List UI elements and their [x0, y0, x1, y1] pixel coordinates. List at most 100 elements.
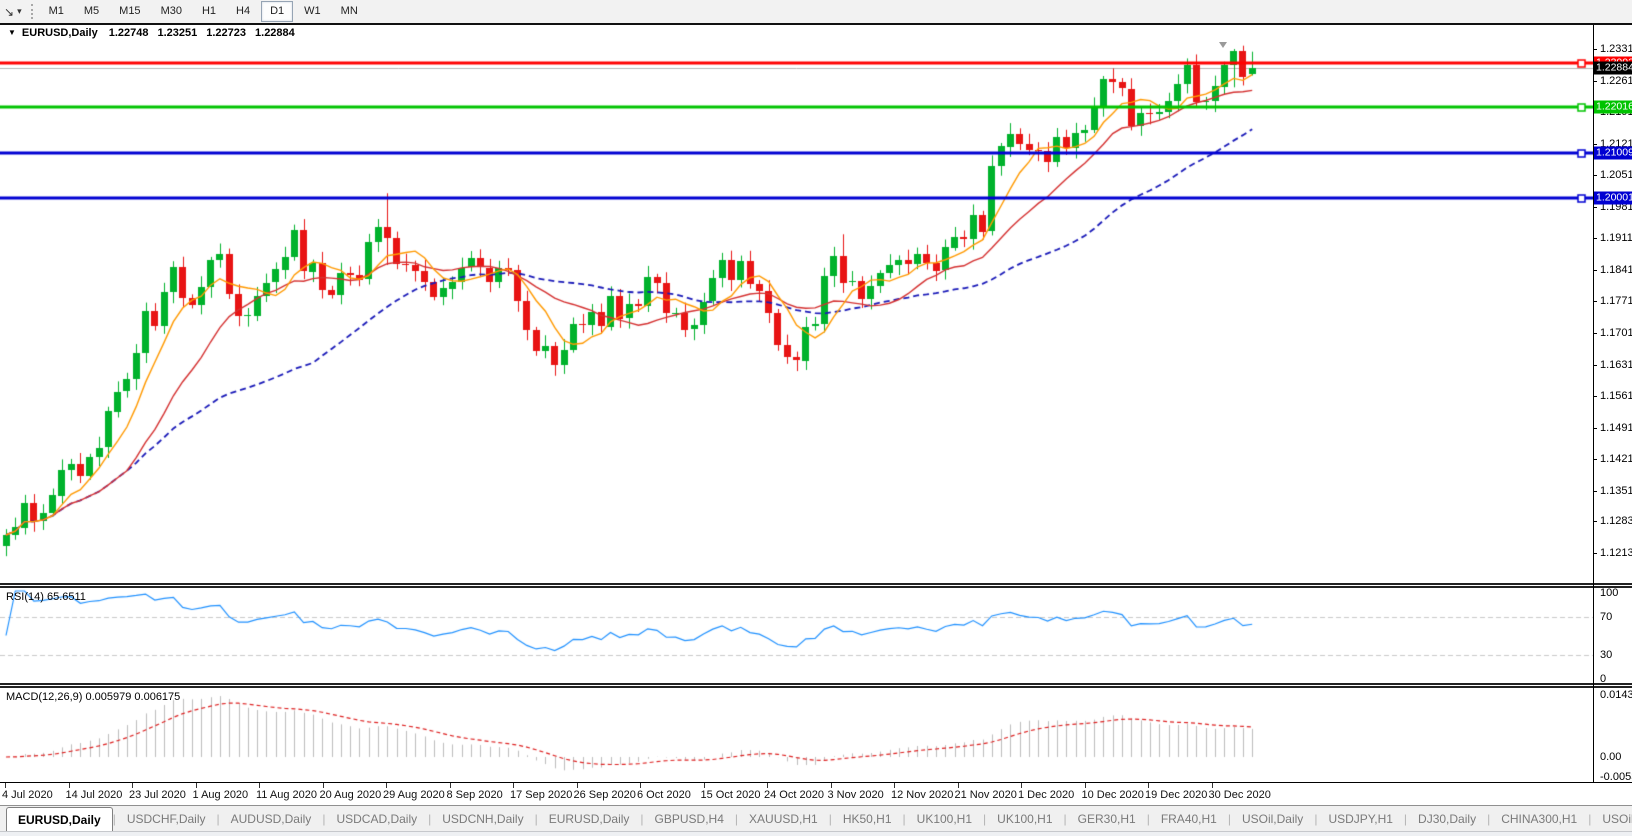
date-axis-tickmark	[513, 783, 514, 788]
hline-price-label[interactable]: 1.20001	[1594, 192, 1632, 205]
tab-usoil-h1[interactable]: USOil,H1	[1591, 807, 1632, 831]
chart-symbol-title: EURUSD,Daily	[22, 27, 98, 39]
date-axis-tickmark	[132, 783, 133, 788]
chart-collapse-icon[interactable]: ▼	[8, 28, 16, 37]
tab-usdcad-daily[interactable]: USDCAD,Daily	[325, 807, 428, 831]
price-axis-tickmark	[1593, 238, 1597, 239]
date-axis-label: 29 Aug 2020	[383, 789, 445, 801]
date-axis-tickmark	[577, 783, 578, 788]
tab-audusd-daily[interactable]: AUDUSD,Daily	[220, 807, 323, 831]
tab-eurusd-daily[interactable]: EURUSD,Daily	[538, 807, 641, 831]
date-axis-label: 30 Dec 2020	[1209, 789, 1271, 801]
price-axis-label: 1.14910	[1600, 422, 1632, 434]
chevron-down-icon[interactable]: ▾	[17, 6, 22, 17]
macd-axis-label: 0.014384	[1600, 689, 1632, 701]
price-axis-label: 1.13510	[1600, 485, 1632, 497]
tab-fra40-h1[interactable]: FRA40,H1	[1150, 807, 1228, 831]
date-axis-label: 15 Oct 2020	[701, 789, 761, 801]
date-axis-tickmark	[196, 783, 197, 788]
main-chart-canvas[interactable]	[0, 40, 1593, 583]
chart-shift-marker[interactable]	[1219, 42, 1227, 48]
price-axis-label: 1.16310	[1600, 359, 1632, 371]
price-axis-tickmark	[1593, 521, 1597, 522]
rsi-axis-label: 70	[1600, 611, 1612, 623]
rsi-panel-canvas[interactable]	[0, 588, 1593, 683]
price-axis-tickmark	[1593, 333, 1597, 334]
date-axis-label: 24 Oct 2020	[764, 789, 824, 801]
date-axis-label: 19 Dec 2020	[1145, 789, 1207, 801]
timeframe-button-h4[interactable]: H4	[227, 1, 259, 22]
timeframe-button-m30[interactable]: M30	[152, 1, 191, 22]
date-axis-label: 20 Aug 2020	[320, 789, 382, 801]
date-axis-label: 26 Sep 2020	[574, 789, 636, 801]
price-axis-tickmark	[1593, 459, 1597, 460]
tab-gbpusd-h4[interactable]: GBPUSD,H4	[644, 807, 735, 831]
date-axis-label: 1 Dec 2020	[1018, 789, 1074, 801]
price-axis-tickmark	[1593, 49, 1597, 50]
date-axis-tickmark	[767, 783, 768, 788]
macd-panel-canvas[interactable]	[0, 688, 1593, 782]
application-window: ↘ ▾ M1M5M15M30H1H4D1W1MN ▼ EURUSD,Daily …	[0, 0, 1632, 836]
price-axis-tickmark	[1593, 81, 1597, 82]
bid-price-label: 1.22884	[1594, 62, 1632, 75]
tab-xauusd-h1[interactable]: XAUUSD,H1	[738, 807, 829, 831]
hline-price-label[interactable]: 1.21009	[1594, 146, 1632, 159]
price-axis-label: 1.22610	[1600, 75, 1632, 87]
date-axis-label: 21 Nov 2020	[955, 789, 1017, 801]
date-axis-tickmark	[894, 783, 895, 788]
tab-uk100-h1[interactable]: UK100,H1	[906, 807, 983, 831]
date-axis-label: 12 Nov 2020	[891, 789, 953, 801]
date-axis-tickmark	[323, 783, 324, 788]
timeframe-buttons: M1M5M15M30H1H4D1W1MN	[40, 0, 369, 23]
price-axis-label: 1.18410	[1600, 264, 1632, 276]
tab-usdjpy-h1[interactable]: USDJPY,H1	[1317, 807, 1403, 831]
price-axis-tickmark	[1593, 491, 1597, 492]
timeframe-button-m15[interactable]: M15	[110, 1, 149, 22]
date-axis[interactable]: 4 Jul 202014 Jul 202023 Jul 20201 Aug 20…	[0, 783, 1632, 805]
date-axis-tickmark	[831, 783, 832, 788]
price-axis-tickmark	[1593, 270, 1597, 271]
price-axis-tickmark	[1593, 144, 1597, 145]
ohlc-low: 1.22723	[206, 27, 246, 39]
ohlc-open: 1.22748	[109, 27, 149, 39]
date-axis-tickmark	[1021, 783, 1022, 788]
price-axis-label: 1.12130	[1600, 547, 1632, 559]
macd-axis-label: 0.00	[1600, 751, 1621, 763]
price-axis-tickmark	[1593, 301, 1597, 302]
tab-china300-h1[interactable]: CHINA300,H1	[1490, 807, 1588, 831]
tab-ger30-h1[interactable]: GER30,H1	[1067, 807, 1147, 831]
date-axis-tickmark	[450, 783, 451, 788]
toolbar-grip[interactable]	[31, 4, 33, 19]
date-axis-label: 17 Sep 2020	[510, 789, 572, 801]
tab-dj30-daily[interactable]: DJ30,Daily	[1407, 807, 1487, 831]
timeframe-button-m5[interactable]: M5	[75, 1, 108, 22]
timeframe-button-m1[interactable]: M1	[40, 1, 73, 22]
tab-uk100-h1[interactable]: UK100,H1	[986, 807, 1063, 831]
tab-usdchf-daily[interactable]: USDCHF,Daily	[116, 807, 217, 831]
status-bar	[0, 831, 1632, 836]
ohlc-high: 1.23251	[157, 27, 197, 39]
date-axis-tickmark	[640, 783, 641, 788]
timeframe-button-d1[interactable]: D1	[261, 1, 293, 22]
chart-tab-bar: EURUSD,Daily|USDCHF,Daily|AUDUSD,Daily|U…	[0, 805, 1632, 832]
price-axis-label: 1.20510	[1600, 169, 1632, 181]
date-axis-label: 10 Dec 2020	[1082, 789, 1144, 801]
tab-eurusd-daily[interactable]: EURUSD,Daily	[6, 807, 113, 833]
date-axis-tickmark	[5, 783, 6, 788]
date-axis-label: 6 Oct 2020	[637, 789, 691, 801]
cursor-tool-icon[interactable]: ↘	[4, 5, 14, 19]
timeframe-button-h1[interactable]: H1	[193, 1, 225, 22]
date-axis-tickmark	[1085, 783, 1086, 788]
chart-ohlc-values: 1.22748 1.23251 1.22723 1.22884	[109, 27, 295, 39]
hline-price-label[interactable]: 1.22016	[1594, 101, 1632, 114]
price-axis-label: 1.12830	[1600, 515, 1632, 527]
price-axis-label: 1.23310	[1600, 43, 1632, 55]
tab-usoil-daily[interactable]: USOil,Daily	[1231, 807, 1314, 831]
timeframe-button-mn[interactable]: MN	[332, 1, 367, 22]
tab-hk50-h1[interactable]: HK50,H1	[832, 807, 903, 831]
date-axis-tickmark	[259, 783, 260, 788]
date-axis-tickmark	[1148, 783, 1149, 788]
tab-usdcnh-daily[interactable]: USDCNH,Daily	[431, 807, 534, 831]
rsi-axis-label: 100	[1600, 587, 1618, 599]
timeframe-button-w1[interactable]: W1	[295, 1, 330, 22]
